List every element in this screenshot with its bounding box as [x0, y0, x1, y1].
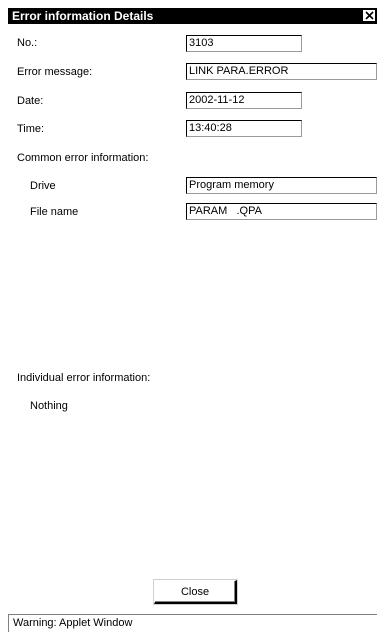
error-message-field: LINK PARA.ERROR — [186, 63, 377, 80]
close-button[interactable]: Close — [154, 580, 237, 604]
drive-field: Program memory — [186, 177, 377, 194]
error-details-window: Error information Details No.: 3103 Erro… — [0, 0, 377, 632]
drive-label: Drive — [30, 180, 56, 192]
date-field: 2002-11-12 — [186, 92, 302, 109]
file-name-label: File name — [30, 206, 79, 218]
time-field: 13:40:28 — [186, 120, 302, 137]
status-bar: Warning: Applet Window — [8, 614, 377, 632]
individual-error-value: Nothing — [30, 400, 68, 412]
close-icon[interactable] — [362, 9, 376, 22]
number-label: No.: — [17, 37, 38, 49]
title-bar[interactable]: Error information Details — [8, 8, 377, 24]
file-name-field: PARAM .QPA — [186, 203, 377, 220]
time-label: Time: — [17, 123, 45, 135]
window-title: Error information Details — [12, 9, 154, 23]
error-message-label: Error message: — [17, 66, 93, 78]
common-error-heading: Common error information: — [17, 152, 149, 164]
date-label: Date: — [17, 95, 44, 107]
individual-error-heading: Individual error information: — [17, 372, 151, 384]
number-field: 3103 — [186, 35, 302, 52]
applet-warning-text: Warning: Applet Window — [13, 617, 133, 629]
